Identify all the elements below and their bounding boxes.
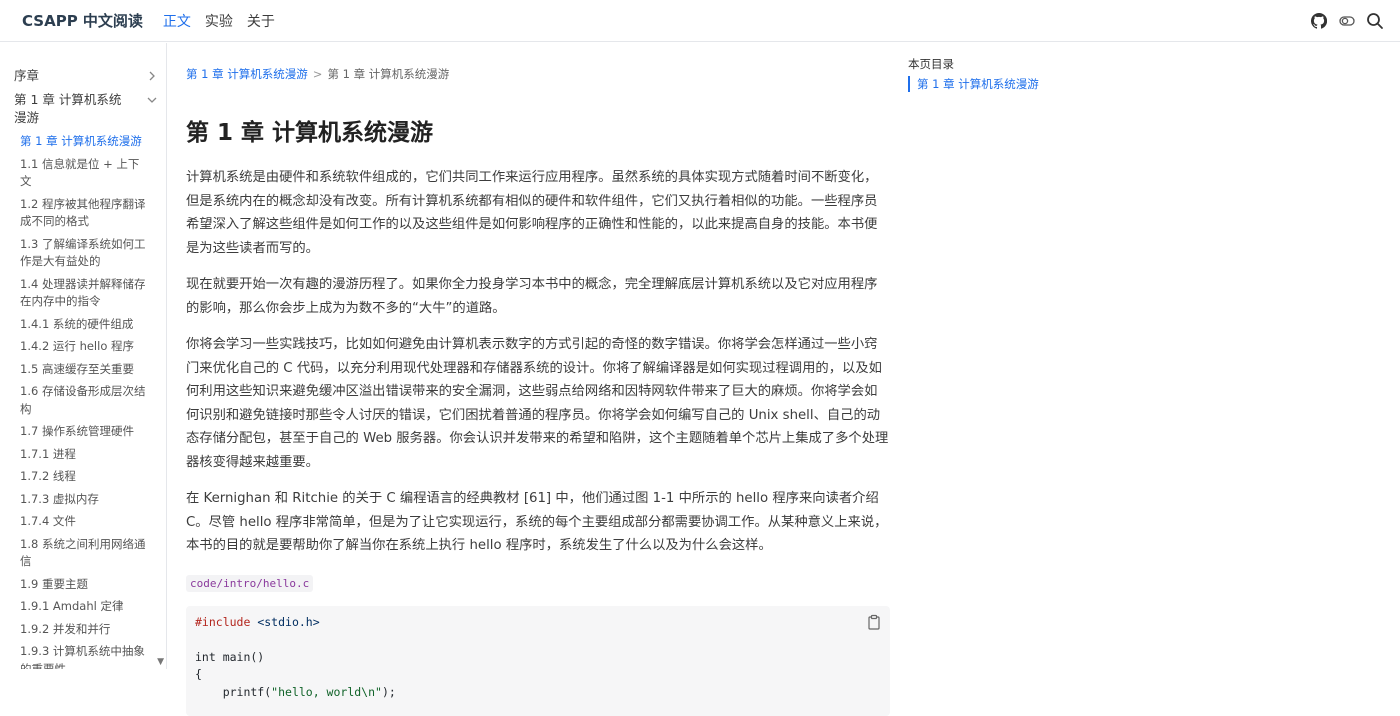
- nav-link-about[interactable]: 关于: [247, 11, 275, 31]
- sidebar-item-1-5[interactable]: 1.5 高速缓存至关重要: [14, 361, 146, 379]
- toc-link[interactable]: 第 1 章 计算机系统漫游: [908, 76, 1068, 92]
- search-icon[interactable]: [1364, 10, 1386, 32]
- sidebar-item-1-4-1[interactable]: 1.4.1 系统的硬件组成: [14, 316, 146, 334]
- sidebar: 序章 第 1 章 计算机系统漫游 第 1 章 计算机系统漫游 1.1 信息就是位…: [0, 43, 167, 669]
- sidebar-item-1-7[interactable]: 1.7 操作系统管理硬件: [14, 423, 146, 441]
- sidebar-item-1-9-3[interactable]: 1.9.3 计算机系统中抽象的重要性: [14, 643, 146, 669]
- nav-link-labs[interactable]: 实验: [205, 11, 233, 31]
- theme-toggle-icon[interactable]: [1336, 10, 1358, 32]
- sidebar-item-1-1[interactable]: 1.1 信息就是位 + 上下文: [14, 156, 146, 191]
- paragraph: 在 Kernighan 和 Ritchie 的关于 C 编程语言的经典教材 [6…: [186, 491, 888, 553]
- chevron-right-icon[interactable]: [146, 67, 158, 85]
- header-actions: [1302, 10, 1386, 32]
- sidebar-item-1-7-4[interactable]: 1.7.4 文件: [14, 513, 146, 531]
- paragraph: 计算机系统是由硬件和系统软件组成的，它们共同工作来运行应用程序。虽然系统的具体实…: [186, 170, 878, 256]
- toc-title: 本页目录: [908, 57, 954, 71]
- sidebar-item-1-3[interactable]: 1.3 了解编译系统如何工作是大有益处的: [14, 236, 146, 271]
- code-line: int main(): [195, 649, 265, 664]
- code-line: printf("hello, world\n");: [195, 684, 881, 702]
- sidebar-item-1-9[interactable]: 1.9 重要主题: [14, 576, 146, 594]
- breadcrumb: 第 1 章 计算机系统漫游 > 第 1 章 计算机系统漫游: [186, 66, 890, 82]
- sidebar-item-1-8[interactable]: 1.8 系统之间利用网络通信: [14, 536, 146, 571]
- sidebar-item-1-6[interactable]: 1.6 存储设备形成层次结构: [14, 383, 146, 418]
- sidebar-item-chapter-1-intro[interactable]: 第 1 章 计算机系统漫游: [14, 133, 146, 151]
- code-block: #include <stdio.h> int main() { printf("…: [186, 605, 890, 716]
- breadcrumb-link[interactable]: 第 1 章 计算机系统漫游: [186, 67, 308, 81]
- sidebar-item-label: 第 1 章 计算机系统漫游: [14, 92, 122, 125]
- page-title: 第 1 章 计算机系统漫游: [186, 120, 434, 146]
- sidebar-item-1-4[interactable]: 1.4 处理器读并解释储存在内存中的指令: [14, 276, 146, 311]
- sidebar-item-1-2[interactable]: 1.2 程序被其他程序翻译成不同的格式: [14, 196, 146, 231]
- breadcrumb-current: 第 1 章 计算机系统漫游: [327, 67, 450, 81]
- code-line: #include <stdio.h>: [195, 614, 881, 632]
- scroll-down-arrow-icon[interactable]: ▼: [157, 657, 164, 667]
- code-token: <stdio.h>: [257, 614, 320, 629]
- sidebar-item-1-9-2[interactable]: 1.9.2 并发和并行: [14, 621, 146, 639]
- sidebar-item-preface[interactable]: 序章: [14, 67, 158, 85]
- chevron-down-icon[interactable]: [146, 91, 158, 109]
- breadcrumb-separator: >: [312, 67, 323, 81]
- code-token: );: [381, 684, 396, 699]
- code-file-label: code/intro/hello.c: [186, 574, 314, 592]
- nav-link-main-text[interactable]: 正文: [163, 11, 191, 31]
- main-content: 第 1 章 计算机系统漫游 > 第 1 章 计算机系统漫游 第 1 章 计算机系统漫…: [186, 43, 890, 716]
- sidebar-item-chapter-1[interactable]: 第 1 章 计算机系统漫游: [14, 91, 158, 127]
- top-navbar: CSAPP 中文阅读 正文 实验 关于: [0, 0, 1400, 42]
- paragraph: 你将会学习一些实践技巧，比如如何避免由计算机表示数字的方式引起的奇怪的数字错误。…: [186, 337, 889, 470]
- sidebar-item-1-7-1[interactable]: 1.7.1 进程: [14, 446, 146, 464]
- sidebar-item-1-9-1[interactable]: 1.9.1 Amdahl 定律: [14, 598, 146, 616]
- code-token: #include: [195, 614, 251, 629]
- code-token: "hello, world\n": [271, 684, 382, 699]
- sidebar-item-1-7-3[interactable]: 1.7.3 虚拟内存: [14, 491, 146, 509]
- github-icon[interactable]: [1308, 10, 1330, 32]
- sidebar-item-label: 序章: [14, 68, 40, 83]
- page-toc: 本页目录 第 1 章 计算机系统漫游: [908, 56, 1068, 92]
- site-brand[interactable]: CSAPP 中文阅读: [22, 10, 143, 31]
- sidebar-item-1-4-2[interactable]: 1.4.2 运行 hello 程序: [14, 338, 146, 356]
- paragraph: 现在就要开始一次有趣的漫游历程了。如果你全力投身学习本书中的概念，完全理解底层计…: [186, 277, 878, 316]
- code-token: printf(: [195, 684, 272, 699]
- sidebar-item-1-7-2[interactable]: 1.7.2 线程: [14, 468, 146, 486]
- copy-icon[interactable]: [866, 614, 882, 630]
- main-nav: 正文 实验 关于: [163, 11, 289, 31]
